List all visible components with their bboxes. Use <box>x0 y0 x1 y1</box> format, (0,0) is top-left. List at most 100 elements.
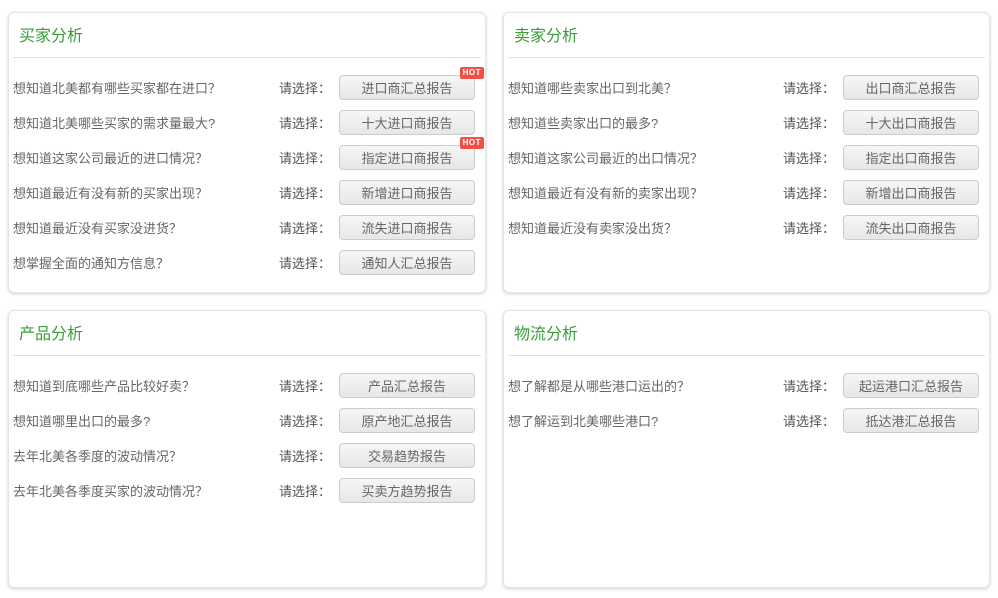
report-button-wrap: 交易趋势报告 HOT <box>339 443 475 468</box>
report-button[interactable]: 交易趋势报告 <box>339 443 475 468</box>
select-label: 请选择： <box>783 411 835 430</box>
analysis-panel-2: 卖家分析 想知道哪些卖家出口到北美？ 请选择： 出口商汇总报告 HOT 想知道些… <box>503 12 990 293</box>
question-text: 想知道最近有没有新的买家出现？ <box>13 183 279 202</box>
panel-rows: 想了解都是从哪些港口运出的？ 请选择： 起运港口汇总报告 HOT 想了解运到北美… <box>504 356 989 438</box>
report-button[interactable]: 新增出口商报告 <box>843 180 979 205</box>
report-button[interactable]: 进口商汇总报告 <box>339 75 475 100</box>
hot-badge: HOT <box>460 137 484 149</box>
panel-title: 产品分析 <box>19 324 475 346</box>
hot-badge: HOT <box>460 67 484 79</box>
select-label: 请选择： <box>783 376 835 395</box>
report-button[interactable]: 十大出口商报告 <box>843 110 979 135</box>
question-text: 去年北美各季度的波动情况？ <box>13 446 279 465</box>
report-row: 想知道最近没有买家没进货？ 请选择： 流失进口商报告 HOT <box>13 210 475 245</box>
select-label: 请选择： <box>279 78 331 97</box>
report-button-wrap: 新增进口商报告 HOT <box>339 180 475 205</box>
report-button[interactable]: 指定出口商报告 <box>843 145 979 170</box>
question-text: 想知道哪里出口的最多? <box>13 411 279 430</box>
report-button[interactable]: 买卖方趋势报告 <box>339 478 475 503</box>
report-row: 想知道哪些卖家出口到北美？ 请选择： 出口商汇总报告 HOT <box>508 70 979 105</box>
report-row: 想了解都是从哪些港口运出的？ 请选择： 起运港口汇总报告 HOT <box>508 368 979 403</box>
report-dashboard: 买家分析 想知道北美都有哪些买家都在进口？ 请选择： 进口商汇总报告 HOT 想… <box>0 0 998 588</box>
select-label: 请选择： <box>783 183 835 202</box>
select-label: 请选择： <box>783 218 835 237</box>
question-text: 想知道北美哪些买家的需求量最大? <box>13 113 279 132</box>
report-button-wrap: 抵达港汇总报告 HOT <box>843 408 979 433</box>
report-button[interactable]: 流失出口商报告 <box>843 215 979 240</box>
report-button[interactable]: 指定进口商报告 <box>339 145 475 170</box>
select-label: 请选择： <box>783 78 835 97</box>
report-button-wrap: 买卖方趋势报告 HOT <box>339 478 475 503</box>
report-row: 想知道到底哪些产品比较好卖？ 请选择： 产品汇总报告 HOT <box>13 368 475 403</box>
report-button[interactable]: 新增进口商报告 <box>339 180 475 205</box>
question-text: 想知道这家公司最近的进口情况？ <box>13 148 279 167</box>
report-button[interactable]: 流失进口商报告 <box>339 215 475 240</box>
report-row: 想知道北美哪些买家的需求量最大? 请选择： 十大进口商报告 HOT <box>13 105 475 140</box>
report-row: 想知道些卖家出口的最多? 请选择： 十大出口商报告 HOT <box>508 105 979 140</box>
panel-title: 买家分析 <box>19 26 475 48</box>
report-row: 想知道最近有没有新的买家出现？ 请选择： 新增进口商报告 HOT <box>13 175 475 210</box>
report-row: 想知道这家公司最近的出口情况？ 请选择： 指定出口商报告 HOT <box>508 140 979 175</box>
report-row: 去年北美各季度的波动情况？ 请选择： 交易趋势报告 HOT <box>13 438 475 473</box>
question-text: 想知道哪些卖家出口到北美？ <box>508 78 783 97</box>
panel-rows: 想知道到底哪些产品比较好卖？ 请选择： 产品汇总报告 HOT 想知道哪里出口的最… <box>9 356 485 508</box>
report-button[interactable]: 原产地汇总报告 <box>339 408 475 433</box>
select-label: 请选择： <box>279 218 331 237</box>
report-row: 去年北美各季度买家的波动情况？ 请选择： 买卖方趋势报告 HOT <box>13 473 475 508</box>
report-button-wrap: 流失进口商报告 HOT <box>339 215 475 240</box>
select-label: 请选择： <box>279 376 331 395</box>
report-button[interactable]: 通知人汇总报告 <box>339 250 475 275</box>
report-row: 想知道最近有没有新的卖家出现？ 请选择： 新增出口商报告 HOT <box>508 175 979 210</box>
report-button-wrap: 通知人汇总报告 HOT <box>339 250 475 275</box>
select-label: 请选择： <box>279 481 331 500</box>
report-row: 想了解运到北美哪些港口? 请选择： 抵达港汇总报告 HOT <box>508 403 979 438</box>
question-text: 想掌握全面的通知方信息？ <box>13 253 279 272</box>
report-button-wrap: 指定出口商报告 HOT <box>843 145 979 170</box>
report-button-wrap: 进口商汇总报告 HOT <box>339 75 475 100</box>
select-label: 请选择： <box>279 148 331 167</box>
report-row: 想知道这家公司最近的进口情况？ 请选择： 指定进口商报告 HOT <box>13 140 475 175</box>
panel-title: 物流分析 <box>514 324 979 346</box>
select-label: 请选择： <box>783 113 835 132</box>
report-row: 想知道最近没有卖家没出货？ 请选择： 流失出口商报告 HOT <box>508 210 979 245</box>
report-button-wrap: 新增出口商报告 HOT <box>843 180 979 205</box>
analysis-panel-4: 物流分析 想了解都是从哪些港口运出的？ 请选择： 起运港口汇总报告 HOT 想了… <box>503 310 990 588</box>
report-row: 想知道哪里出口的最多? 请选择： 原产地汇总报告 HOT <box>13 403 475 438</box>
select-label: 请选择： <box>279 446 331 465</box>
select-label: 请选择： <box>279 113 331 132</box>
report-button-wrap: 产品汇总报告 HOT <box>339 373 475 398</box>
report-button[interactable]: 产品汇总报告 <box>339 373 475 398</box>
report-button-wrap: 指定进口商报告 HOT <box>339 145 475 170</box>
question-text: 想知道些卖家出口的最多? <box>508 113 783 132</box>
report-button[interactable]: 十大进口商报告 <box>339 110 475 135</box>
analysis-panel-1: 买家分析 想知道北美都有哪些买家都在进口？ 请选择： 进口商汇总报告 HOT 想… <box>8 12 486 293</box>
report-button-wrap: 流失出口商报告 HOT <box>843 215 979 240</box>
analysis-panel-3: 产品分析 想知道到底哪些产品比较好卖？ 请选择： 产品汇总报告 HOT 想知道哪… <box>8 310 486 588</box>
question-text: 想知道到底哪些产品比较好卖？ <box>13 376 279 395</box>
panel-rows: 想知道哪些卖家出口到北美？ 请选择： 出口商汇总报告 HOT 想知道些卖家出口的… <box>504 58 989 245</box>
question-text: 去年北美各季度买家的波动情况？ <box>13 481 279 500</box>
report-button[interactable]: 出口商汇总报告 <box>843 75 979 100</box>
question-text: 想知道北美都有哪些买家都在进口？ <box>13 78 279 97</box>
select-label: 请选择： <box>279 253 331 272</box>
report-button-wrap: 起运港口汇总报告 HOT <box>843 373 979 398</box>
report-button-wrap: 出口商汇总报告 HOT <box>843 75 979 100</box>
panel-rows: 想知道北美都有哪些买家都在进口？ 请选择： 进口商汇总报告 HOT 想知道北美哪… <box>9 58 485 280</box>
select-label: 请选择： <box>783 148 835 167</box>
question-text: 想知道这家公司最近的出口情况？ <box>508 148 783 167</box>
report-button[interactable]: 抵达港汇总报告 <box>843 408 979 433</box>
report-button-wrap: 原产地汇总报告 HOT <box>339 408 475 433</box>
report-button-wrap: 十大进口商报告 HOT <box>339 110 475 135</box>
report-row: 想知道北美都有哪些买家都在进口？ 请选择： 进口商汇总报告 HOT <box>13 70 475 105</box>
report-button-wrap: 十大出口商报告 HOT <box>843 110 979 135</box>
report-button[interactable]: 起运港口汇总报告 <box>843 373 979 398</box>
question-text: 想知道最近有没有新的卖家出现？ <box>508 183 783 202</box>
report-row: 想掌握全面的通知方信息？ 请选择： 通知人汇总报告 HOT <box>13 245 475 280</box>
select-label: 请选择： <box>279 411 331 430</box>
question-text: 想了解都是从哪些港口运出的？ <box>508 376 783 395</box>
question-text: 想了解运到北美哪些港口? <box>508 411 783 430</box>
question-text: 想知道最近没有卖家没出货？ <box>508 218 783 237</box>
panel-title: 卖家分析 <box>514 26 979 48</box>
question-text: 想知道最近没有买家没进货？ <box>13 218 279 237</box>
select-label: 请选择： <box>279 183 331 202</box>
